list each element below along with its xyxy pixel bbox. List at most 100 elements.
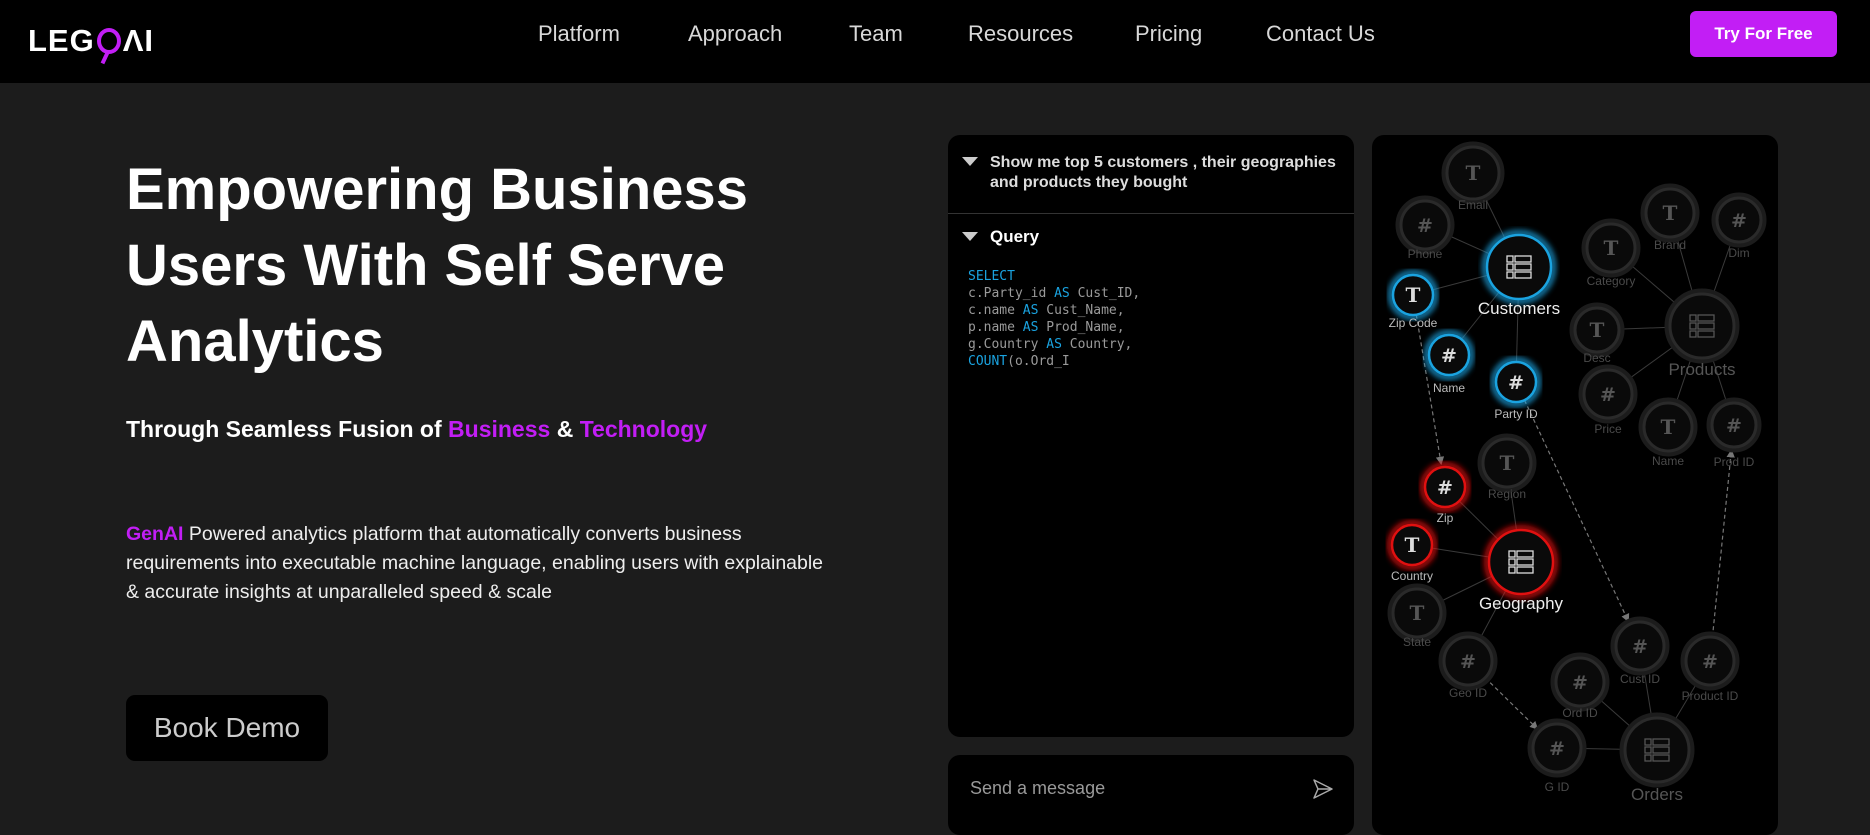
message-box xyxy=(948,755,1354,835)
node-label: Country xyxy=(1391,569,1433,583)
node-label: Price xyxy=(1594,422,1622,436)
node-label: Prod ID xyxy=(1714,455,1755,469)
node-label: Customers xyxy=(1478,299,1560,318)
sql-token: Country, xyxy=(1061,337,1133,352)
node-label: Dim xyxy=(1728,246,1749,260)
hero-description: GenAI Powered analytics platform that au… xyxy=(126,520,826,607)
collapse-triangle-icon[interactable] xyxy=(962,157,978,166)
sql-token: g.Country xyxy=(968,337,1047,352)
top-navbar: LEG ΛI Platform Approach Team Resources P… xyxy=(0,0,1870,83)
sql-token: Prod_Name, xyxy=(1038,320,1125,335)
subtitle-amp: & xyxy=(550,416,580,442)
nav-team[interactable]: Team xyxy=(849,21,903,47)
node-label: Ord ID xyxy=(1562,706,1598,720)
node-label: Product ID xyxy=(1682,689,1739,703)
nav-contact-us[interactable]: Contact Us xyxy=(1266,21,1375,47)
node-label: Name xyxy=(1652,454,1684,468)
join-link-arrow xyxy=(1711,449,1735,638)
sql-token: Cust_ID, xyxy=(1069,286,1141,301)
number-type-icon: # xyxy=(1460,651,1476,673)
book-demo-button[interactable]: Book Demo xyxy=(126,695,328,761)
number-type-icon: # xyxy=(1437,477,1453,499)
sql-keyword: AS xyxy=(1022,303,1039,318)
sql-keyword: AS xyxy=(1054,286,1070,301)
text-type-icon: T xyxy=(1466,161,1481,185)
text-type-icon: T xyxy=(1406,283,1421,307)
sql-line: g.Country AS Country, xyxy=(968,336,1140,353)
number-type-icon: # xyxy=(1549,738,1565,760)
node-label: Party ID xyxy=(1494,407,1538,421)
node-geography xyxy=(1487,528,1555,596)
sql-line: SELECT xyxy=(968,268,1140,285)
question-section[interactable]: Show me top 5 customers , their geograph… xyxy=(948,135,1354,214)
sql-token: c.Party_id xyxy=(968,286,1055,301)
node-label: Products xyxy=(1668,360,1735,379)
text-type-icon: T xyxy=(1410,601,1425,625)
number-type-icon: # xyxy=(1600,384,1616,406)
node-label: Phone xyxy=(1408,247,1443,261)
node-label: Region xyxy=(1488,487,1526,501)
schema-graph-panel: T Email # Phone Customers T Zip Code # Name # Part… xyxy=(1372,135,1778,835)
node-products xyxy=(1668,292,1736,360)
sql-keyword: AS xyxy=(1022,320,1039,335)
number-type-icon: # xyxy=(1702,651,1718,673)
number-type-icon: # xyxy=(1417,215,1433,237)
sql-line: c.Party_id AS Cust_ID, xyxy=(968,285,1140,302)
chat-panel: Show me top 5 customers , their geograph… xyxy=(948,135,1354,737)
legoai-logo[interactable]: LEG ΛI xyxy=(28,18,154,64)
text-type-icon: T xyxy=(1661,415,1676,439)
sql-line: COUNT(o.Ord_I xyxy=(968,353,1140,370)
node-label: Geo ID xyxy=(1449,686,1487,700)
join-link-arrow xyxy=(1484,677,1539,730)
node-label: G ID xyxy=(1545,780,1570,794)
node-orders xyxy=(1623,716,1691,784)
hero-title: Empowering Business Users With Self Serv… xyxy=(126,157,749,374)
sql-token: Cust_Name, xyxy=(1038,303,1125,318)
number-type-icon: # xyxy=(1572,672,1588,694)
node-label: Desc xyxy=(1583,351,1610,365)
sql-line: p.name AS Prod_Name, xyxy=(968,319,1140,336)
text-type-icon: T xyxy=(1590,318,1605,342)
number-type-icon: # xyxy=(1441,345,1457,367)
nav-platform[interactable]: Platform xyxy=(538,21,620,47)
text-type-icon: T xyxy=(1500,451,1515,475)
sql-token: p.name xyxy=(968,320,1023,335)
send-icon[interactable] xyxy=(1311,777,1335,801)
sql-token: (o.Ord_I xyxy=(1007,354,1070,369)
description-text: Powered analytics platform that automati… xyxy=(126,523,824,603)
node-label: Email xyxy=(1458,198,1488,212)
message-input[interactable] xyxy=(970,773,1290,803)
genai-highlight: GenAI xyxy=(126,523,184,545)
node-label: Zip xyxy=(1437,511,1454,525)
sql-token: c.name xyxy=(968,303,1023,318)
hero-subtitle: Through Seamless Fusion of Business & Te… xyxy=(126,416,707,443)
sql-keyword: COUNT xyxy=(968,354,1008,369)
node-label: Zip Code xyxy=(1389,316,1438,330)
nav-approach[interactable]: Approach xyxy=(688,21,782,47)
sql-keyword: SELECT xyxy=(968,269,1015,284)
text-type-icon: T xyxy=(1663,201,1678,225)
number-type-icon: # xyxy=(1632,636,1648,658)
node-label: State xyxy=(1403,635,1431,649)
query-collapse-triangle-icon[interactable] xyxy=(962,232,978,241)
text-type-icon: T xyxy=(1604,236,1619,260)
number-type-icon: # xyxy=(1726,415,1742,437)
node-label: Orders xyxy=(1631,785,1683,804)
text-type-icon: T xyxy=(1405,533,1420,557)
subtitle-prefix: Through Seamless Fusion of xyxy=(126,416,449,442)
query-label: Query xyxy=(990,227,1040,246)
node-label: Name xyxy=(1433,381,1465,395)
subtitle-business: Business xyxy=(448,416,551,442)
try-for-free-button[interactable]: Try For Free xyxy=(1690,11,1837,57)
sql-line: c.name AS Cust_Name, xyxy=(968,302,1140,319)
node-label: Geography xyxy=(1479,594,1564,613)
node-label: Brand xyxy=(1654,238,1686,252)
sql-code: SELECT c.Party_id AS Cust_ID, c.name AS Cu… xyxy=(968,268,1140,370)
number-type-icon: # xyxy=(1731,210,1747,232)
nav-pricing[interactable]: Pricing xyxy=(1135,21,1202,47)
schema-graph: T Email # Phone Customers T Zip Code # Name # Part… xyxy=(1387,141,1767,804)
node-label: Category xyxy=(1587,274,1636,288)
nav-resources[interactable]: Resources xyxy=(968,21,1073,47)
subtitle-technology: Technology xyxy=(579,416,708,442)
node-customers xyxy=(1485,233,1553,301)
